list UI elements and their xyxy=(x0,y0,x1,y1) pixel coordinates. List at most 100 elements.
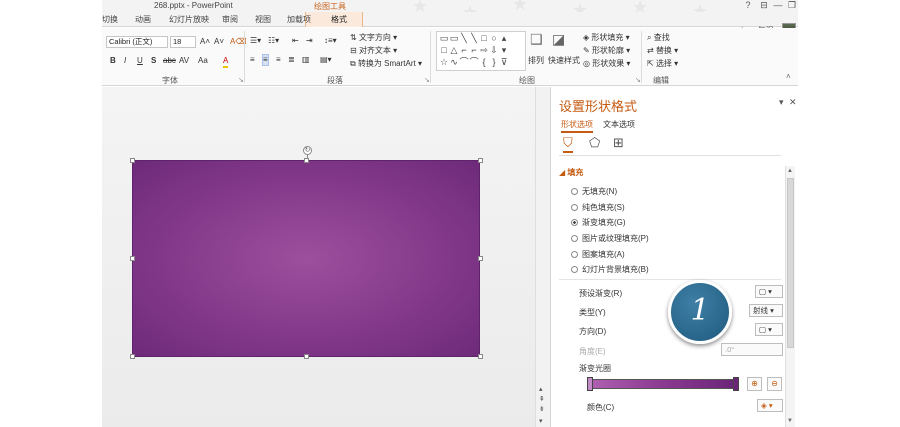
radio-slide-bg-fill[interactable]: 幻灯片背景填充(B) xyxy=(571,264,649,275)
align-center-icon[interactable]: ≡ xyxy=(262,54,269,66)
align-right-icon[interactable]: ≡ xyxy=(276,55,281,65)
bold-button[interactable]: B xyxy=(110,56,116,66)
shape-box-icon[interactable]: □ xyxy=(479,32,489,44)
shape-brace2-icon[interactable]: } xyxy=(489,56,499,68)
resize-handle-e[interactable] xyxy=(478,256,483,261)
radio-solid-fill[interactable]: 纯色填充(S) xyxy=(571,202,625,213)
prev-slide-icon[interactable]: ⇞ xyxy=(539,395,545,403)
tab-transitions[interactable]: 切换 xyxy=(102,14,118,25)
paragraph-dialog-launcher-icon[interactable]: ↘ xyxy=(424,76,430,84)
quick-styles-icon[interactable]: ◪ xyxy=(552,32,565,46)
tab-view[interactable]: 视图 xyxy=(255,14,271,25)
remove-stop-icon[interactable]: ⊖ xyxy=(767,377,782,391)
find-button[interactable]: ⌕ 查找 xyxy=(647,33,670,43)
justify-icon[interactable]: ≣ xyxy=(288,55,295,65)
shape-curve-icon[interactable]: ∿ xyxy=(449,56,459,68)
resize-handle-se[interactable] xyxy=(478,354,483,359)
restore-button[interactable]: ❐ xyxy=(786,0,798,11)
resize-handle-s[interactable] xyxy=(304,354,309,359)
shape-arrow-icon[interactable]: ⇨ xyxy=(479,44,489,56)
shape-square-icon[interactable]: □ xyxy=(439,44,449,56)
quick-styles-button[interactable]: 快速样式 xyxy=(548,56,580,66)
ribbon-display-button[interactable]: ⊟ xyxy=(758,0,770,11)
tab-shape-options[interactable]: 形状选项 xyxy=(561,119,593,133)
columns-icon[interactable]: ▤▾ xyxy=(320,55,332,65)
shape-arc-icon[interactable]: ⌒ xyxy=(459,56,469,68)
shape-arrow2-icon[interactable]: ⇩ xyxy=(489,44,499,56)
increase-indent-icon[interactable]: ⇥ xyxy=(306,36,313,46)
gradient-stop-left[interactable] xyxy=(587,377,593,391)
fill-section-header[interactable]: ◢ 填充 xyxy=(559,167,583,178)
radio-gradient-fill[interactable]: 渐变填充(G) xyxy=(571,217,626,228)
shape-elbow-icon[interactable]: ⌐ xyxy=(459,44,469,56)
shape-line-icon[interactable]: ╲ xyxy=(459,32,469,44)
convert-smartart-button[interactable]: ⧉ 转换为 SmartArt ▾ xyxy=(350,59,422,69)
tab-format[interactable]: 格式 xyxy=(331,14,347,25)
resize-handle-ne[interactable] xyxy=(478,158,483,163)
radio-picture-fill[interactable]: 图片或纹理填充(P) xyxy=(571,233,649,244)
pane-scroll-thumb[interactable] xyxy=(787,178,794,348)
add-stop-icon[interactable]: ⊕ xyxy=(747,377,762,391)
radio-pattern-fill[interactable]: 图案填充(A) xyxy=(571,249,625,260)
minimize-button[interactable]: — xyxy=(772,0,784,11)
close-icon[interactable]: ✕ xyxy=(789,97,797,108)
char-spacing-button[interactable]: AV xyxy=(179,56,189,66)
shape-elbow2-icon[interactable]: ⌐ xyxy=(469,44,479,56)
tab-review[interactable]: 审阅 xyxy=(222,14,238,25)
align-text-button[interactable]: ⊟ 对齐文本 ▾ xyxy=(350,46,397,56)
pane-scrollbar[interactable]: ▲ ▼ xyxy=(785,166,795,427)
shapes-gallery[interactable]: ▭▭ ╲ ╲ □ ○ ▴ □ △ ⌐ ⌐ ⇨ ⇩ ▾ ☆ ∿ ⌒⌒{} ⊽ xyxy=(436,31,526,71)
shape-star-icon[interactable]: ☆ xyxy=(439,56,449,68)
font-size-combo[interactable]: 18 xyxy=(170,36,196,48)
bullets-icon[interactable]: ☰▾ xyxy=(250,36,261,46)
angle-spinner[interactable]: .0° xyxy=(721,343,783,356)
pane-scroll-down-icon[interactable]: ▼ xyxy=(787,418,793,424)
help-button[interactable]: ? xyxy=(742,0,754,11)
pane-options-icon[interactable]: ▾ xyxy=(779,97,784,108)
shape-oval-icon[interactable]: ○ xyxy=(489,32,499,44)
align-left-icon[interactable]: ≡ xyxy=(250,55,255,65)
tab-addins[interactable]: 加载项 xyxy=(287,14,311,25)
preset-gradient-dropdown[interactable]: ▢ ▾ xyxy=(755,285,783,298)
gradient-stops-bar[interactable] xyxy=(589,379,737,389)
grow-font-button[interactable]: A˄ xyxy=(200,37,210,47)
scroll-down-icon[interactable]: ▾ xyxy=(539,417,543,425)
text-direction-button[interactable]: ⇅ 文字方向 ▾ xyxy=(350,33,397,43)
line-spacing-icon[interactable]: ↕≡▾ xyxy=(324,36,337,46)
shape-rect2-icon[interactable]: ▭ xyxy=(449,32,459,44)
italic-button[interactable]: I xyxy=(124,56,126,66)
shape-expand-icon[interactable]: ⊽ xyxy=(499,56,509,68)
shape-rect-icon[interactable]: ▭ xyxy=(439,32,449,44)
arrange-icon[interactable]: ❑ xyxy=(530,32,543,46)
resize-handle-n[interactable] xyxy=(304,158,309,163)
pane-scroll-up-icon[interactable]: ▲ xyxy=(787,168,793,174)
type-dropdown[interactable]: 射线 ▾ xyxy=(749,304,783,317)
next-slide-icon[interactable]: ⇟ xyxy=(539,405,545,413)
shape-arc2-icon[interactable]: ⌒ xyxy=(469,56,479,68)
shape-effects-button[interactable]: ◎ 形状效果 ▾ xyxy=(583,59,630,69)
size-properties-icon[interactable]: ⊞ xyxy=(613,135,624,151)
shape-brace-icon[interactable]: { xyxy=(479,56,489,68)
shape-outline-button[interactable]: ✎ 形状轮廓 ▾ xyxy=(583,46,630,56)
change-case-button[interactable]: Aa xyxy=(198,56,208,66)
rotate-handle-icon[interactable]: ↻ xyxy=(303,146,312,155)
tab-animations[interactable]: 动画 xyxy=(135,14,151,25)
shape-fill-button[interactable]: ◈ 形状填充 ▾ xyxy=(583,33,630,43)
font-color-button[interactable]: A xyxy=(223,56,229,68)
tab-slideshow[interactable]: 幻灯片放映 xyxy=(169,14,209,25)
slide-canvas[interactable]: ↻ xyxy=(102,87,550,427)
editor-scrollbar[interactable]: ▴ ⇞ ⇟ ▾ xyxy=(535,87,550,427)
numbering-icon[interactable]: ☷▾ xyxy=(268,36,279,46)
shape-triangle-icon[interactable]: △ xyxy=(449,44,459,56)
shape-more-icon[interactable]: ▴ xyxy=(499,32,509,44)
shape-scroll-icon[interactable]: ▾ xyxy=(499,44,509,56)
distributed-icon[interactable]: ▥ xyxy=(302,55,310,65)
fill-line-icon[interactable]: ⛉ xyxy=(563,135,573,153)
text-shadow-button[interactable]: S xyxy=(151,56,156,66)
shrink-font-button[interactable]: A˅ xyxy=(214,37,224,47)
collapse-ribbon-icon[interactable]: ˄ xyxy=(786,72,791,82)
decrease-indent-icon[interactable]: ⇤ xyxy=(292,36,299,46)
tab-text-options[interactable]: 文本选项 xyxy=(603,119,635,130)
underline-button[interactable]: U xyxy=(137,56,143,66)
resize-handle-sw[interactable] xyxy=(130,354,135,359)
